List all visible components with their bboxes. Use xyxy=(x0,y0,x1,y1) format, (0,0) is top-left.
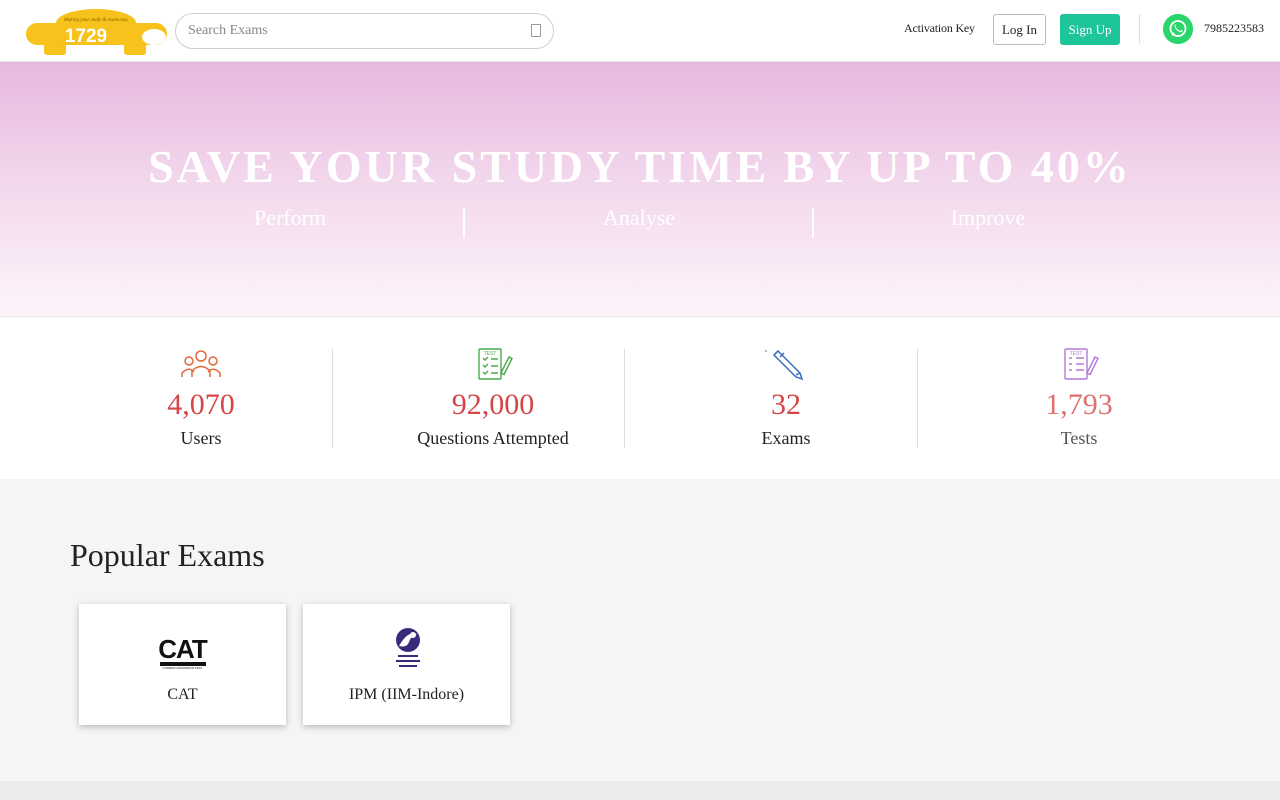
svg-text:TEST: TEST xyxy=(484,351,497,357)
stat-users-value: 4,070 xyxy=(167,388,235,421)
site-header: 1729 Making your study & exam easy Activ… xyxy=(0,0,1280,62)
whatsapp-icon[interactable] xyxy=(1163,14,1193,44)
logo-text: 1729 xyxy=(65,26,107,47)
stat-users: 4,070 Users xyxy=(55,347,347,457)
cat-logo-text: CAT xyxy=(158,634,208,664)
users-icon xyxy=(181,350,221,377)
pen-icon xyxy=(765,349,804,381)
stat-exams: 32 Exams xyxy=(640,347,932,457)
exam-card-label: CAT xyxy=(167,686,198,703)
stat-questions: TEST 92,000 Questions Attempted xyxy=(347,347,639,457)
logo-tagline: Making your study & exam easy xyxy=(63,18,129,23)
stat-users-label: Users xyxy=(180,428,222,448)
stat-divider xyxy=(332,349,333,448)
test-sheet-icon: TEST xyxy=(478,348,513,380)
logo[interactable]: 1729 Making your study & exam easy xyxy=(24,5,169,57)
popular-exams-title: Popular Exams xyxy=(70,537,265,573)
exam-card-cat[interactable]: CAT COMMON ADMISSION TEST CAT xyxy=(79,604,286,725)
header-divider xyxy=(1139,14,1140,44)
stat-questions-value: 92,000 xyxy=(451,388,535,421)
phone-number[interactable]: 7985223583 xyxy=(1204,21,1264,36)
hero-step-improve: Improve xyxy=(950,205,1026,230)
search-icon[interactable] xyxy=(531,24,541,37)
test-paper-icon: TEST xyxy=(1064,348,1099,380)
footer-strip xyxy=(0,781,1280,800)
search-input[interactable] xyxy=(188,14,518,48)
stats-section: 4,070 Users TEST 92,000 Questions Attemp… xyxy=(0,316,1280,479)
stat-tests-value: 1,793 xyxy=(1045,388,1113,421)
hero-banner: SAVE YOUR STUDY TIME BY UP TO 40% Perfor… xyxy=(0,62,1280,316)
hero-step-perform: Perform xyxy=(253,205,327,230)
search-box xyxy=(175,13,554,49)
stat-tests-label: Tests xyxy=(1060,428,1098,448)
signup-button[interactable]: Sign Up xyxy=(1060,14,1120,45)
stat-questions-label: Questions Attempted xyxy=(417,428,569,448)
svg-text:TEST: TEST xyxy=(1070,351,1083,357)
cat-logo: CAT COMMON ADMISSION TEST xyxy=(79,634,286,670)
hero-step-analyse: Analyse xyxy=(602,205,676,230)
exam-card-label: IPM (IIM-Indore) xyxy=(348,686,465,703)
stat-tests: TEST 1,793 Tests xyxy=(933,347,1225,457)
stat-divider xyxy=(917,349,918,448)
exam-card-ipm[interactable]: IPM (IIM-Indore) xyxy=(303,604,510,725)
hero-title: SAVE YOUR STUDY TIME BY UP TO 40% xyxy=(148,141,1132,192)
activation-key-link[interactable]: Activation Key xyxy=(904,21,975,36)
stat-exams-value: 32 xyxy=(771,388,801,421)
iim-indore-logo xyxy=(396,628,420,667)
cat-logo-subtext: COMMON ADMISSION TEST xyxy=(162,666,203,670)
stat-exams-label: Exams xyxy=(761,428,811,448)
stat-divider xyxy=(624,349,625,448)
login-button[interactable]: Log In xyxy=(993,14,1046,45)
